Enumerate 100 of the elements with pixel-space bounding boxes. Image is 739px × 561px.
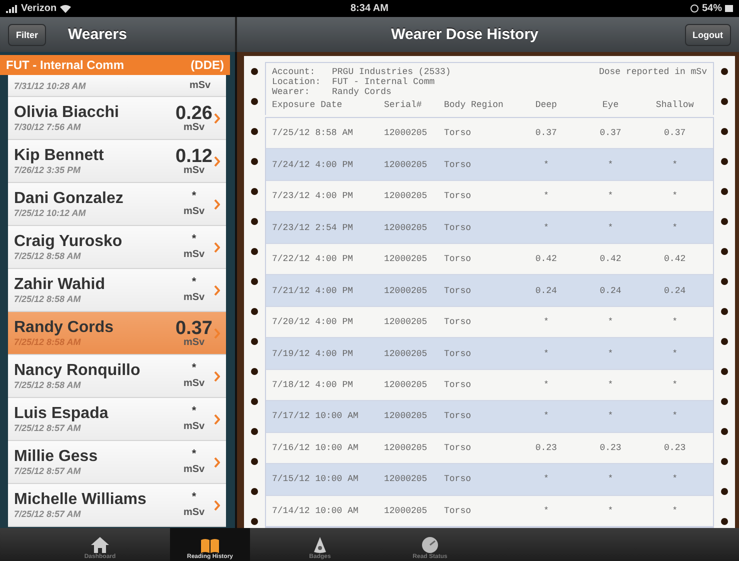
chevron-icon — [214, 242, 220, 252]
punch-hole-icon — [721, 98, 728, 105]
wearer-name: Kip Bennett — [14, 147, 105, 165]
column-header: Serial# — [384, 100, 423, 110]
wearer-row[interactable]: Nancy Ronquillo 7/25/12 8:58 AM * mSv — [8, 355, 226, 398]
punch-hole-icon — [721, 518, 728, 525]
table-cell-text: Torso — [444, 380, 472, 390]
table-cell-text: 7/20/12 4:00 PM — [272, 317, 354, 328]
table-cell-text: * — [671, 160, 679, 170]
table-cell-text: 0.24 — [598, 286, 622, 296]
table-cell-text: * — [606, 317, 614, 328]
field-label: Wearer: — [272, 87, 311, 97]
punch-hole-icon — [721, 218, 728, 225]
unit-note: Dose reported in mSv — [598, 67, 707, 77]
punch-hole-icon — [251, 338, 258, 345]
dose-value: * — [192, 234, 196, 245]
table-cell-text: 0.42 — [663, 254, 687, 264]
punch-hole-icon — [251, 488, 258, 495]
wearer-row[interactable]: Craig Yurosko 7/25/12 8:58 AM * mSv — [8, 226, 226, 269]
table-cell-text: 7/18/12 4:00 PM — [272, 380, 354, 390]
punch-hole-icon — [251, 188, 258, 195]
table-cell-text: * — [671, 380, 679, 390]
table-cell-text: 12000205 — [384, 160, 428, 170]
dose-unit: mSv — [183, 250, 205, 260]
table-cell-text: Torso — [444, 411, 472, 422]
table-cell-text: * — [606, 348, 614, 359]
table-cell-text: 12000205 — [384, 380, 428, 390]
dose-value: * — [192, 449, 196, 460]
table-cell-text: * — [671, 317, 679, 328]
punch-hole-icon — [251, 158, 258, 165]
wearer-row[interactable]: Kip Bennett 7/26/12 3:35 PM 0.12 mSv — [8, 140, 226, 183]
column-header: Body Region — [444, 100, 504, 110]
wearer-name: Randy Cords — [14, 319, 115, 337]
table-cell-text: 7/25/12 8:58 AM — [272, 128, 354, 138]
table-cell-text: * — [542, 160, 550, 170]
reading-date: 7/25/12 8:57 AM — [14, 423, 82, 433]
chevron-icon — [214, 414, 220, 424]
table-cell-text: 0.42 — [534, 254, 558, 264]
wearer-row[interactable]: Olivia Biacchi 7/30/12 7:56 AM 0.26 mSv — [8, 97, 226, 140]
wearer-name: Olivia Biacchi — [14, 104, 120, 122]
wearer-value: Randy Cords — [332, 87, 392, 97]
punch-hole-icon — [251, 428, 258, 435]
table-cell-text: 12000205 — [384, 411, 428, 422]
page-title: Wearer Dose History — [390, 26, 540, 43]
dose-unit: mSv — [183, 465, 205, 475]
punch-hole-icon — [721, 338, 728, 345]
table-cell-text: 7/17/12 10:00 AM — [272, 411, 360, 422]
filter-button[interactable]: Filter — [8, 24, 46, 46]
reading-date: 7/25/12 10:12 AM — [14, 208, 87, 218]
table-cell-text: * — [606, 380, 614, 390]
chevron-icon — [214, 370, 220, 382]
wearer-row[interactable]: Luis Espada 7/25/12 8:57 AM * mSv — [8, 398, 226, 441]
chevron-icon — [214, 112, 220, 124]
table-cell-text: Torso — [444, 317, 472, 328]
punch-hole-icon — [251, 248, 258, 255]
table-cell-text: 7/14/12 10:00 AM — [272, 506, 360, 516]
column-header: Shallow — [654, 100, 695, 110]
table-cell-text: * — [542, 411, 550, 422]
wearer-row[interactable]: Zahir Wahid 7/25/12 8:58 AM * mSv — [8, 269, 226, 312]
table-cell-text: * — [542, 506, 550, 516]
table-cell-text: * — [542, 380, 550, 390]
table-cell-text: * — [671, 348, 679, 359]
dose-value: 0.26 — [176, 104, 212, 122]
table-cell-text: 0.23 — [663, 442, 687, 453]
chevron-icon — [214, 198, 220, 210]
table-cell-text: 12000205 — [384, 254, 428, 264]
wearer-name: Millie Gess — [14, 448, 99, 466]
chevron-icon — [214, 328, 220, 338]
table-cell-text: 0.37 — [598, 128, 622, 138]
logout-button[interactable]: Logout — [684, 24, 731, 46]
reading-date: 7/31/12 10:28 AM — [14, 80, 87, 90]
wearer-name: Craig Yurosko — [14, 233, 124, 251]
table-cell-text: 0.24 — [663, 286, 687, 296]
punch-hole-icon — [251, 68, 258, 75]
table-cell-text: 12000205 — [384, 222, 428, 233]
table-cell-text: 7/16/12 10:00 AM — [272, 442, 360, 453]
wearer-row[interactable]: Dani Gonzalez 7/25/12 10:12 AM * mSv — [8, 183, 226, 226]
location-code: (DDE) — [190, 58, 224, 72]
table-cell-text: 12000205 — [384, 286, 428, 296]
carrier-name: Verizon — [21, 3, 57, 14]
table-cell-text: Torso — [444, 348, 472, 359]
table-cell-text: 12000205 — [384, 128, 428, 138]
dose-unit: mSv — [183, 293, 205, 303]
punch-hole-icon — [721, 188, 728, 195]
table-cell-text: 12000205 — [384, 506, 428, 516]
wearer-row[interactable]: Millie Gess 7/25/12 8:57 AM * mSv — [8, 441, 226, 484]
table-cell-text: * — [542, 317, 550, 328]
punch-hole-icon — [251, 458, 258, 465]
table-cell-text: Torso — [444, 442, 472, 453]
table-cell-text: 7/23/12 2:54 PM — [272, 222, 354, 233]
table-cell-text: * — [606, 506, 614, 516]
table-cell-text: * — [671, 474, 679, 484]
dose-unit: mSv — [183, 207, 205, 217]
dose-value: * — [192, 191, 196, 202]
wearer-row[interactable]: 7/31/12 10:28 AM mSv — [8, 75, 226, 97]
table-cell-text: Torso — [444, 128, 472, 138]
table-cell-text: * — [542, 348, 550, 359]
gauge-icon — [421, 536, 439, 554]
wearer-row[interactable]: Michelle Williams 7/25/12 8:57 AM * mSv — [8, 484, 226, 527]
reading-date: 7/25/12 8:57 AM — [14, 509, 82, 519]
